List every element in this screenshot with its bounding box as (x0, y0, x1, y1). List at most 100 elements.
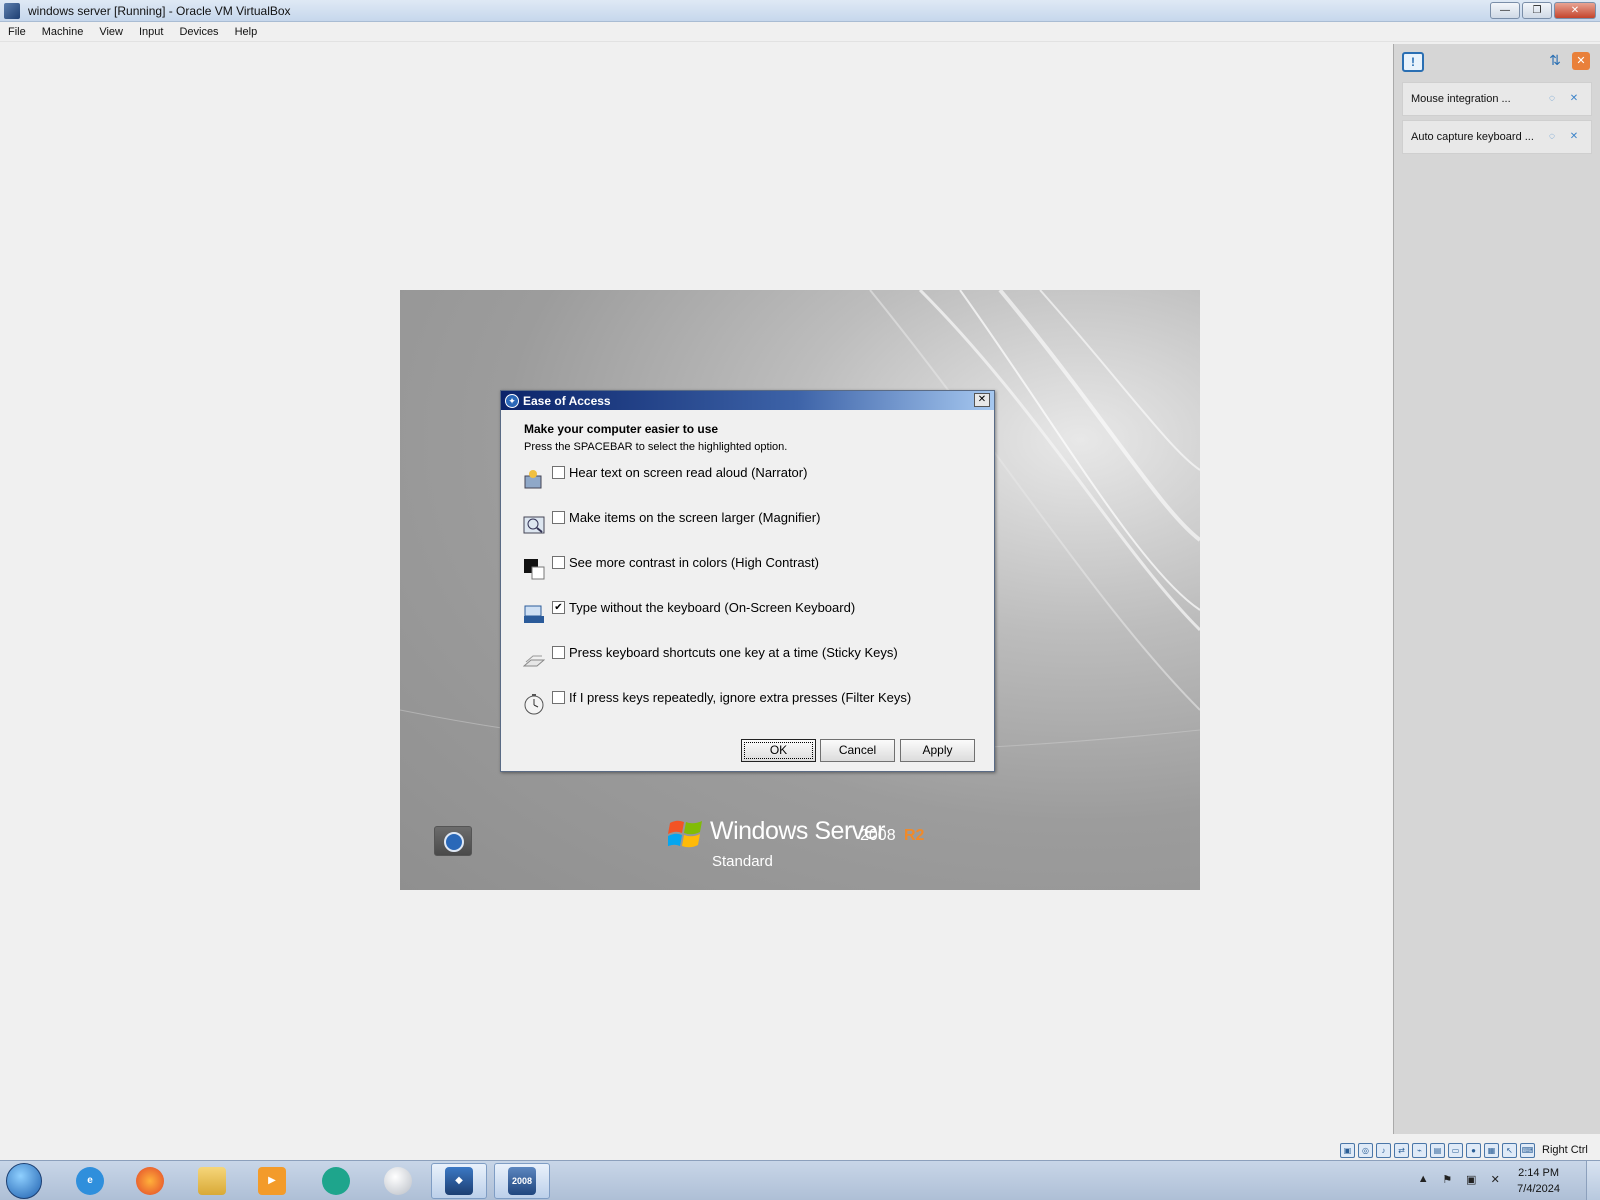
network-tray-icon[interactable]: ▣ (1463, 1173, 1479, 1189)
hard-disk-icon[interactable]: ▣ (1340, 1142, 1355, 1158)
menu-bar: File Machine View Input Devices Help (0, 22, 1600, 42)
option-narrator[interactable]: Hear text on screen read aloud (Narrator… (521, 465, 961, 506)
sticky-keys-icon (523, 655, 545, 667)
menu-input[interactable]: Input (131, 26, 171, 38)
shared-folders-icon[interactable]: ▤ (1430, 1142, 1445, 1158)
notification-auto-capture-keyboard[interactable]: Auto capture keyboard ... ◌ ✕ (1402, 120, 1592, 154)
product-name: Windows Server (710, 817, 886, 845)
checkbox-narrator[interactable] (552, 466, 565, 479)
do-not-show-icon[interactable]: ◌ (1545, 92, 1559, 106)
taskbar-internet-explorer[interactable]: e (62, 1163, 118, 1199)
teal-app-icon (322, 1167, 350, 1195)
window-title-bar: windows server [Running] - Oracle VM Vir… (0, 0, 1600, 22)
virtualbox-app-icon (4, 2, 20, 19)
close-notification-icon[interactable]: ✕ (1567, 92, 1581, 106)
dialog-title: Ease of Access (523, 393, 611, 408)
notification-label: Auto capture keyboard ... (1411, 131, 1534, 143)
audio-icon[interactable]: ♪ (1376, 1142, 1391, 1158)
checkbox-magnifier[interactable] (552, 511, 565, 524)
window-title: windows server [Running] - Oracle VM Vir… (28, 3, 291, 18)
dialog-title-bar: ✦ Ease of Access (501, 391, 994, 410)
option-magnifier[interactable]: Make items on the screen larger (Magnifi… (521, 510, 961, 551)
do-not-show-icon[interactable]: ◌ (1545, 130, 1559, 144)
option-label: Press keyboard shortcuts one key at a ti… (569, 645, 898, 660)
restore-button[interactable]: ❐ (1522, 2, 1552, 19)
narrator-icon (524, 470, 542, 489)
dialog-subtitle: Press the SPACEBAR to select the highlig… (524, 441, 788, 453)
option-sticky-keys[interactable]: Press keyboard shortcuts one key at a ti… (521, 645, 961, 686)
option-high-contrast[interactable]: See more contrast in colors (High Contra… (521, 555, 961, 596)
vm-status-bar: ▣ ◎ ♪ ⇄ ⌁ ▤ ▭ ● ▦ ↖ ⌨ Right Ctrl (1340, 1140, 1600, 1160)
recording-icon[interactable]: ● (1466, 1142, 1481, 1158)
taskbar-media-player[interactable]: ▶ (244, 1163, 300, 1199)
show-hidden-icons-icon[interactable]: ▲ (1415, 1173, 1431, 1189)
keyboard-capture-icon[interactable]: ⌨ (1520, 1142, 1535, 1158)
internet-explorer-icon: e (76, 1167, 104, 1195)
show-desktop-button[interactable] (1586, 1161, 1600, 1200)
taskbar-windows-server-vm[interactable]: 2008 (494, 1163, 550, 1199)
menu-devices[interactable]: Devices (171, 26, 226, 38)
product-version: 2008 (860, 827, 896, 844)
minimize-button[interactable]: — (1490, 2, 1520, 19)
close-notification-icon[interactable]: ✕ (1567, 130, 1581, 144)
product-edition: Standard (712, 853, 773, 870)
notification-mouse-integration[interactable]: Mouse integration ... ◌ ✕ (1402, 82, 1592, 116)
option-filter-keys[interactable]: If I press keys repeatedly, ignore extra… (521, 690, 961, 731)
windows-server-2008-icon: 2008 (508, 1167, 536, 1195)
option-label: See more contrast in colors (High Contra… (569, 555, 819, 570)
checkbox-sticky-keys[interactable] (552, 646, 565, 659)
checkbox-filter-keys[interactable] (552, 691, 565, 704)
mouse-integration-icon[interactable]: ↖ (1502, 1142, 1517, 1158)
magnifier-icon (523, 516, 545, 534)
taskbar-virtualbox[interactable]: ◆ (431, 1163, 487, 1199)
menu-help[interactable]: Help (227, 26, 266, 38)
vm-display[interactable]: ✦ Ease of Access ✕ Make your computer ea… (400, 290, 1200, 890)
menu-file[interactable]: File (0, 26, 34, 38)
close-button[interactable]: ✕ (1554, 2, 1596, 19)
option-on-screen-keyboard[interactable]: ✔ Type without the keyboard (On-Screen K… (521, 600, 961, 641)
dialog-heading: Make your computer easier to use (524, 422, 719, 436)
folder-icon (198, 1167, 226, 1195)
taskbar-file-explorer[interactable] (184, 1163, 240, 1199)
media-player-icon: ▶ (258, 1167, 286, 1195)
cpu-icon[interactable]: ▦ (1484, 1142, 1499, 1158)
volume-muted-icon[interactable]: ✕ (1487, 1173, 1503, 1189)
ok-button[interactable]: OK (741, 739, 816, 762)
sort-icon[interactable]: ⇅ (1546, 52, 1564, 70)
taskbar-firefox[interactable] (122, 1163, 178, 1199)
dialog-close-button[interactable]: ✕ (974, 393, 990, 407)
start-button[interactable] (6, 1163, 42, 1199)
keyboard-icon (524, 605, 544, 623)
usb-icon[interactable]: ⌁ (1412, 1142, 1427, 1158)
apply-button[interactable]: Apply (900, 739, 975, 762)
sphere-app-icon (384, 1167, 412, 1195)
ease-of-access-button[interactable] (434, 826, 472, 856)
notification-panel: ! ⇅ ✕ Mouse integration ... ◌ ✕ Auto cap… (1393, 44, 1600, 1134)
menu-machine[interactable]: Machine (34, 26, 92, 38)
dismiss-all-icon[interactable]: ✕ (1572, 52, 1590, 70)
taskbar-teal-app[interactable] (308, 1163, 364, 1199)
menu-view[interactable]: View (91, 26, 131, 38)
taskbar-sphere-app[interactable] (370, 1163, 426, 1199)
checkbox-on-screen-keyboard[interactable]: ✔ (552, 601, 565, 614)
ease-of-access-icon (444, 832, 464, 852)
checkbox-high-contrast[interactable] (552, 556, 565, 569)
product-release: R2 (904, 827, 925, 844)
clock-time: 2:14 PM (1518, 1167, 1560, 1179)
clock[interactable]: 2:14 PM 7/4/2024 (1517, 1165, 1560, 1197)
system-tray: ▲ ⚑ ▣ ✕ 2:14 PM 7/4/2024 (1415, 1165, 1560, 1197)
windows-server-branding: Windows Server 2008 R2 Standard (668, 815, 948, 875)
action-center-flag-icon[interactable]: ⚑ (1439, 1173, 1455, 1189)
optical-drive-icon[interactable]: ◎ (1358, 1142, 1373, 1158)
windows-flag-icon (668, 820, 702, 848)
ease-of-access-icon: ✦ (505, 393, 519, 408)
network-icon[interactable]: ⇄ (1394, 1142, 1409, 1158)
display-icon[interactable]: ▭ (1448, 1142, 1463, 1158)
info-icon[interactable]: ! (1402, 52, 1424, 72)
firefox-icon (136, 1167, 164, 1195)
ease-of-access-dialog: ✦ Ease of Access ✕ Make your computer ea… (500, 390, 995, 772)
cancel-button[interactable]: Cancel (820, 739, 895, 762)
filter-keys-icon (524, 694, 544, 715)
high-contrast-icon (524, 559, 545, 580)
option-label: Make items on the screen larger (Magnifi… (569, 510, 821, 525)
